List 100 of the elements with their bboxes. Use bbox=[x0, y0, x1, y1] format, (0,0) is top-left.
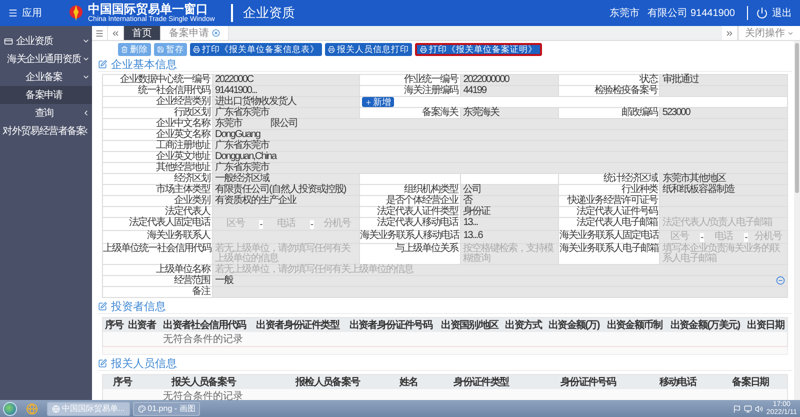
caret-icon bbox=[787, 30, 794, 36]
input-field[interactable] bbox=[660, 207, 788, 218]
field-label: 经营范围 bbox=[173, 276, 210, 286]
input-field[interactable]: 一般 bbox=[213, 276, 788, 287]
input-field[interactable]: 东莞市 限公司 bbox=[213, 119, 788, 130]
start-button[interactable] bbox=[3, 402, 17, 416]
field-label: 与上级单位关系 bbox=[394, 244, 460, 256]
menu-icon bbox=[8, 8, 18, 18]
phone-field[interactable]: 区号 - 电话 - 分机号 bbox=[660, 231, 788, 244]
phone-input[interactable]: 区号 bbox=[213, 218, 258, 230]
field-label: 海关业务联系人固定电话 bbox=[559, 231, 660, 242]
save-icon bbox=[157, 46, 164, 53]
scrollbar-thumb[interactable] bbox=[795, 43, 799, 193]
add-button[interactable]: 新增 bbox=[362, 97, 394, 107]
input-field[interactable]: 2022000000 bbox=[461, 75, 560, 86]
input-field[interactable]: 44199 bbox=[461, 86, 560, 97]
input-field[interactable]: 审批通过 bbox=[660, 75, 788, 86]
input-field[interactable]: Dongguan,China bbox=[213, 152, 788, 163]
flag-icon bbox=[733, 404, 742, 412]
column-header: 出资国别/地区 bbox=[437, 318, 502, 332]
field-label: 统一社会信用代码 bbox=[137, 86, 212, 96]
toolbar-button[interactable]: 报关人员信息打印 bbox=[325, 43, 412, 56]
input-field[interactable]: 广东省东莞市 bbox=[213, 141, 788, 152]
module-title: 企业资质 bbox=[230, 4, 295, 22]
column-header: 身份证件号码 bbox=[534, 374, 642, 389]
separator-text: - bbox=[744, 232, 748, 242]
input-field[interactable]: 东莞海关 bbox=[461, 108, 560, 119]
tab[interactable]: 备案申请 bbox=[161, 26, 229, 40]
column-header: 出资方式 bbox=[502, 318, 545, 332]
field-label: 工商注册地址 bbox=[155, 141, 212, 151]
tab[interactable]: 首页 bbox=[124, 26, 161, 40]
input-field[interactable]: 一般经济区域 bbox=[213, 174, 360, 185]
close-actions-dropdown[interactable]: 关闭操作 bbox=[738, 26, 800, 40]
phone-input[interactable]: 分机号 bbox=[314, 218, 360, 230]
sidebar-item[interactable]: 查询 bbox=[0, 104, 92, 122]
palette-icon bbox=[138, 404, 146, 412]
sidebar-item[interactable]: 备案申请 bbox=[0, 86, 92, 104]
phone-input[interactable]: 区号 bbox=[660, 231, 699, 243]
input-field[interactable]: 广东省东莞市 bbox=[213, 108, 360, 119]
input-field[interactable]: 广东省东莞市 bbox=[213, 163, 788, 174]
input-field[interactable]: 有资质权的生产企业 bbox=[213, 196, 360, 207]
scroll-left-icon[interactable] bbox=[108, 26, 124, 40]
input-field[interactable]: 东莞市其他地区 bbox=[660, 174, 788, 185]
logout-button[interactable]: 退出 bbox=[747, 6, 792, 20]
phone-input[interactable]: 电话 bbox=[704, 231, 743, 243]
apps-menu-button[interactable]: 应用 bbox=[8, 6, 42, 20]
site-title: 中国国际贸易单一窗口 bbox=[88, 3, 208, 16]
input-field[interactable]: 公司 bbox=[461, 185, 560, 196]
menu-icon[interactable] bbox=[92, 26, 108, 40]
input-field[interactable]: DongGuang bbox=[213, 130, 788, 141]
section-title: 企业基本信息 bbox=[111, 58, 177, 72]
field-label: 备注 bbox=[191, 287, 212, 297]
edit-icon bbox=[98, 302, 107, 311]
field-label: 企业类别 bbox=[174, 196, 212, 206]
phone-field[interactable]: 区号 - 电话 - 分机号 bbox=[213, 218, 360, 231]
input-field[interactable]: 91441900... bbox=[213, 86, 360, 97]
column-header: 序号 bbox=[102, 318, 126, 332]
field-label: 企业经营类别 bbox=[155, 97, 212, 107]
field-label: 检验检疫备案号 bbox=[593, 86, 659, 96]
input-field[interactable] bbox=[660, 86, 788, 97]
input-field[interactable]: 有限责任公司(自然人投资或控股) bbox=[213, 185, 360, 196]
section-title: 报关人员信息 bbox=[111, 356, 177, 371]
empty-message: 无符合条件的记录 bbox=[102, 332, 788, 346]
column-header: 出资者社会信用代码 bbox=[158, 318, 252, 332]
column-header: 身份证件类型 bbox=[428, 374, 535, 389]
input-field[interactable]: 13... bbox=[461, 218, 560, 231]
phone-input[interactable]: 电话 bbox=[264, 218, 308, 230]
column-header: 出资金额(万美元) bbox=[666, 318, 744, 332]
field-label: 状态 bbox=[639, 75, 659, 85]
remove-icon[interactable] bbox=[776, 276, 785, 285]
user-company: 有限公司 91441900 bbox=[648, 7, 735, 20]
emblem-logo bbox=[68, 4, 84, 22]
column-header: 出资者 bbox=[125, 318, 158, 332]
sidebar-item[interactable]: 企业备案 bbox=[0, 68, 92, 86]
user-name: 东莞市 bbox=[610, 6, 640, 20]
scroll-right-icon[interactable] bbox=[722, 26, 738, 40]
input-field[interactable] bbox=[213, 207, 360, 218]
sidebar-item[interactable]: 海关企业通用资质 bbox=[0, 50, 92, 68]
toolbar-button[interactable]: 打印《报关单位备案证明》 bbox=[415, 43, 542, 56]
field-label: 上级单位统一社会信用代码 bbox=[103, 244, 212, 256]
phone-input[interactable]: 分机号 bbox=[748, 231, 787, 243]
input-field[interactable]: 2022000C bbox=[213, 75, 360, 86]
input-field[interactable]: 纸和纸板容器制造 bbox=[660, 185, 788, 196]
column-header: 移动电话 bbox=[641, 374, 714, 389]
separator-text: - bbox=[258, 220, 263, 228]
sidebar-item[interactable]: 企业资质 bbox=[0, 32, 92, 50]
input-field[interactable]: 否 bbox=[461, 196, 560, 207]
input-field[interactable] bbox=[213, 287, 788, 298]
separator-text: - bbox=[310, 220, 314, 228]
input-field[interactable]: 身份证 bbox=[461, 207, 560, 218]
sidebar-item[interactable]: 对外贸易经营者备案 bbox=[0, 122, 92, 140]
input-field[interactable]: 13...6 bbox=[461, 231, 560, 244]
input-field[interactable]: 进出口货物收发货人 bbox=[213, 97, 360, 108]
field-label: 是否个体经营企业 bbox=[386, 196, 460, 206]
toolbar-button[interactable]: 打印《报关单位备案信息表》 bbox=[190, 43, 322, 56]
input-field[interactable]: 523000 bbox=[660, 108, 788, 119]
close-icon[interactable] bbox=[212, 29, 220, 37]
input-field[interactable] bbox=[213, 231, 360, 244]
input-field[interactable] bbox=[660, 196, 788, 207]
edit-icon bbox=[98, 359, 107, 368]
